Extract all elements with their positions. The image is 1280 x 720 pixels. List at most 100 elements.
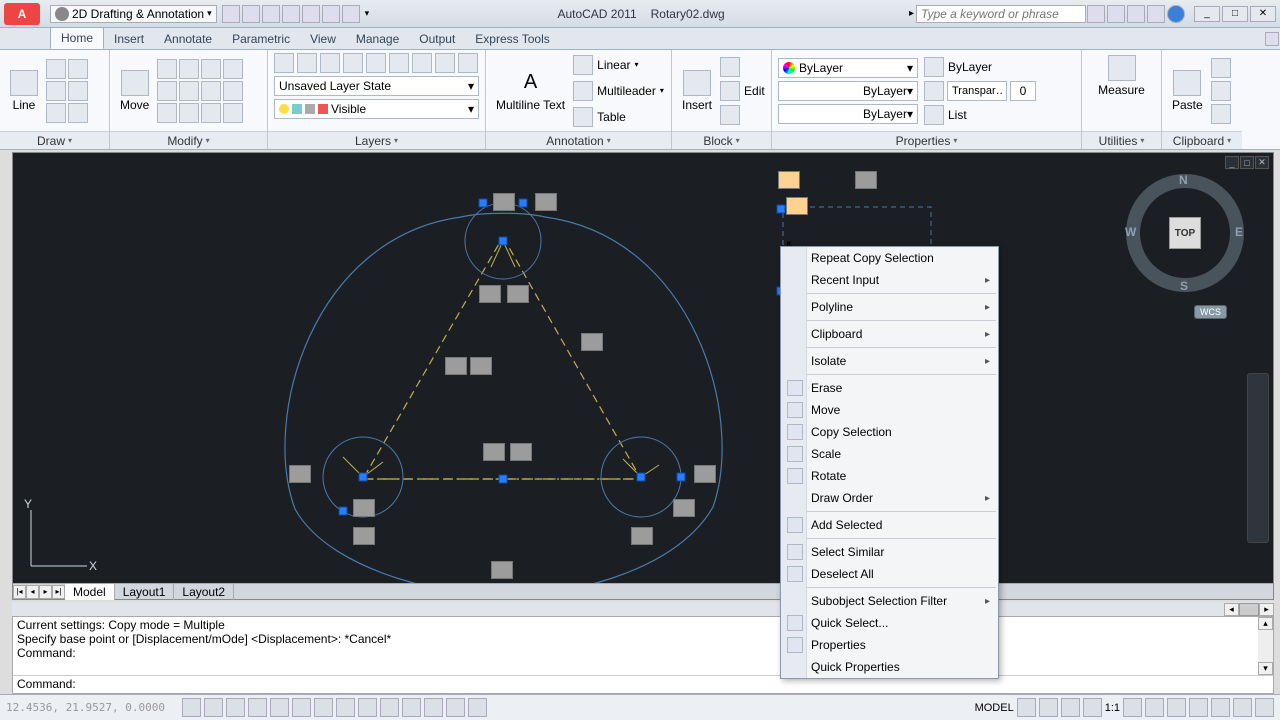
modelspace-icon[interactable] xyxy=(1017,698,1036,717)
fillet-icon[interactable] xyxy=(201,81,221,101)
copy-clip-icon[interactable] xyxy=(1211,81,1231,101)
offset-icon[interactable] xyxy=(201,103,221,123)
constraint-icon[interactable] xyxy=(507,285,529,303)
ribbon-tab-manage[interactable]: Manage xyxy=(346,29,409,49)
context-menu-item[interactable]: Scale xyxy=(781,443,998,465)
stretch-icon[interactable] xyxy=(157,103,177,123)
chamfer-icon[interactable] xyxy=(223,103,243,123)
lineweight-dropdown[interactable]: ByLayer▾ xyxy=(778,81,918,101)
panel-title-clipboard[interactable]: Clipboard xyxy=(1162,131,1242,149)
viewcube-s[interactable]: S xyxy=(1180,279,1188,293)
qat-print-icon[interactable] xyxy=(342,5,360,23)
panel-title-utilities[interactable]: Utilities xyxy=(1082,131,1161,149)
arc-icon[interactable] xyxy=(68,59,88,79)
constraint-icon[interactable] xyxy=(786,197,808,215)
workspace-switch-icon[interactable] xyxy=(1167,698,1186,717)
constraint-icon[interactable] xyxy=(535,193,557,211)
toolbar-lock-icon[interactable] xyxy=(1189,698,1208,717)
context-menu-item[interactable]: Draw Order xyxy=(781,487,998,509)
cut-icon[interactable] xyxy=(1211,58,1231,78)
ribbon-tab-home[interactable]: Home xyxy=(50,27,104,49)
constraint-icon[interactable] xyxy=(491,561,513,579)
context-menu-item[interactable]: Rotate xyxy=(781,465,998,487)
doc-close-button[interactable]: ✕ xyxy=(1255,156,1269,169)
hscroll-left[interactable]: ◂ xyxy=(1224,603,1239,616)
polar-toggle-icon[interactable] xyxy=(248,698,267,717)
copy-icon[interactable] xyxy=(157,59,177,79)
otrack-toggle-icon[interactable] xyxy=(314,698,333,717)
drawing-canvas[interactable]: _ □ ✕ xyxy=(12,152,1274,600)
close-button[interactable]: ✕ xyxy=(1250,6,1276,22)
context-menu-item[interactable]: Isolate xyxy=(781,350,998,372)
workspace-dropdown[interactable]: 2D Drafting & Annotation ▾ xyxy=(50,5,217,23)
ribbon-tab-expresstools[interactable]: Express Tools xyxy=(465,29,559,49)
linetype-dropdown[interactable]: ByLayer▾ xyxy=(778,104,918,124)
layerfreeze-icon[interactable] xyxy=(343,53,363,73)
search-arrow-icon[interactable]: ▸ xyxy=(909,8,914,19)
cmd-scrollbar[interactable]: ▴▾ xyxy=(1258,617,1273,675)
qp-toggle-icon[interactable] xyxy=(424,698,443,717)
ribbon-tab-view[interactable]: View xyxy=(300,29,346,49)
ribbon-tab-annotate[interactable]: Annotate xyxy=(154,29,222,49)
measure-button[interactable]: Measure xyxy=(1094,53,1149,99)
qat-undo-icon[interactable] xyxy=(302,5,320,23)
context-menu-item[interactable]: Erase xyxy=(781,377,998,399)
paste-button[interactable]: Paste xyxy=(1168,68,1207,114)
qat-redo-icon[interactable] xyxy=(322,5,340,23)
context-menu-item[interactable]: Copy Selection xyxy=(781,421,998,443)
ribbon-tab-parametric[interactable]: Parametric xyxy=(222,29,300,49)
constraint-icon[interactable] xyxy=(673,499,695,517)
panel-title-layers[interactable]: Layers xyxy=(268,131,485,149)
context-menu-item[interactable]: Add Selected xyxy=(781,514,998,536)
multileader-button[interactable]: Multileader▾ xyxy=(573,80,664,102)
viewcube-w[interactable]: W xyxy=(1125,225,1136,239)
isolate-objects-icon[interactable] xyxy=(1233,698,1252,717)
horizontal-scrollbar[interactable]: ◂ ▸ xyxy=(12,602,1274,616)
chevron-down-icon[interactable]: ▾ xyxy=(365,8,370,19)
search-icon[interactable] xyxy=(1087,5,1105,23)
match-prop-button[interactable]: ByLayer xyxy=(924,56,1036,78)
doc-minimize-button[interactable]: _ xyxy=(1225,156,1239,169)
line-button[interactable]: Line xyxy=(6,68,42,114)
qat-save-icon[interactable] xyxy=(262,5,280,23)
block-attrib-icon[interactable] xyxy=(720,105,740,125)
constraint-icon[interactable] xyxy=(289,465,311,483)
ribbon-tab-output[interactable]: Output xyxy=(409,29,465,49)
panel-title-annotation[interactable]: Annotation xyxy=(486,131,671,149)
array-icon[interactable] xyxy=(179,103,199,123)
panel-title-block[interactable]: Block xyxy=(672,131,771,149)
annotation-scale-value[interactable]: 1:1 xyxy=(1105,702,1120,714)
linear-dim-button[interactable]: Linear▾ xyxy=(573,54,664,76)
quickview-drawings-icon[interactable] xyxy=(1061,698,1080,717)
context-menu-item[interactable]: Recent Input xyxy=(781,269,998,291)
tab-prev-button[interactable]: ◂ xyxy=(26,585,39,599)
context-menu-item[interactable]: Deselect All xyxy=(781,563,998,585)
model-tab[interactable]: Model xyxy=(65,584,115,600)
qat-open-icon[interactable] xyxy=(242,5,260,23)
trim-icon[interactable] xyxy=(201,59,221,79)
hardware-accel-icon[interactable] xyxy=(1211,698,1230,717)
command-window[interactable]: Current settings: Copy mode = Multiple S… xyxy=(12,616,1274,694)
layer-state-dropdown[interactable]: Unsaved Layer State▾ xyxy=(274,76,479,96)
context-menu-item[interactable]: Properties xyxy=(781,634,998,656)
constraint-icon[interactable] xyxy=(445,357,467,375)
viewcube-n[interactable]: N xyxy=(1179,173,1188,187)
panel-title-modify[interactable]: Modify xyxy=(110,131,267,149)
ribbon-tab-insert[interactable]: Insert xyxy=(104,29,154,49)
app-menu-button[interactable]: A xyxy=(4,3,40,25)
clean-screen-icon[interactable] xyxy=(1255,698,1274,717)
constraint-icon[interactable] xyxy=(493,193,515,211)
annovis-icon[interactable] xyxy=(1123,698,1142,717)
constraint-icon[interactable] xyxy=(694,465,716,483)
qat-new-icon[interactable] xyxy=(222,5,240,23)
ellipse-icon[interactable] xyxy=(46,103,66,123)
color-dropdown[interactable]: ByLayer▾ xyxy=(778,58,918,78)
doc-restore-button[interactable]: □ xyxy=(1240,156,1254,169)
panel-title-draw[interactable]: Draw xyxy=(0,131,109,149)
layerprop-icon[interactable] xyxy=(274,53,294,73)
coordinates-readout[interactable]: 12.4536, 21.9527, 0.0000 xyxy=(6,701,166,714)
constraint-icon[interactable] xyxy=(353,499,375,517)
constraint-icon[interactable] xyxy=(581,333,603,351)
layout1-tab[interactable]: Layout1 xyxy=(115,584,175,600)
context-menu-item[interactable]: Select Similar xyxy=(781,541,998,563)
